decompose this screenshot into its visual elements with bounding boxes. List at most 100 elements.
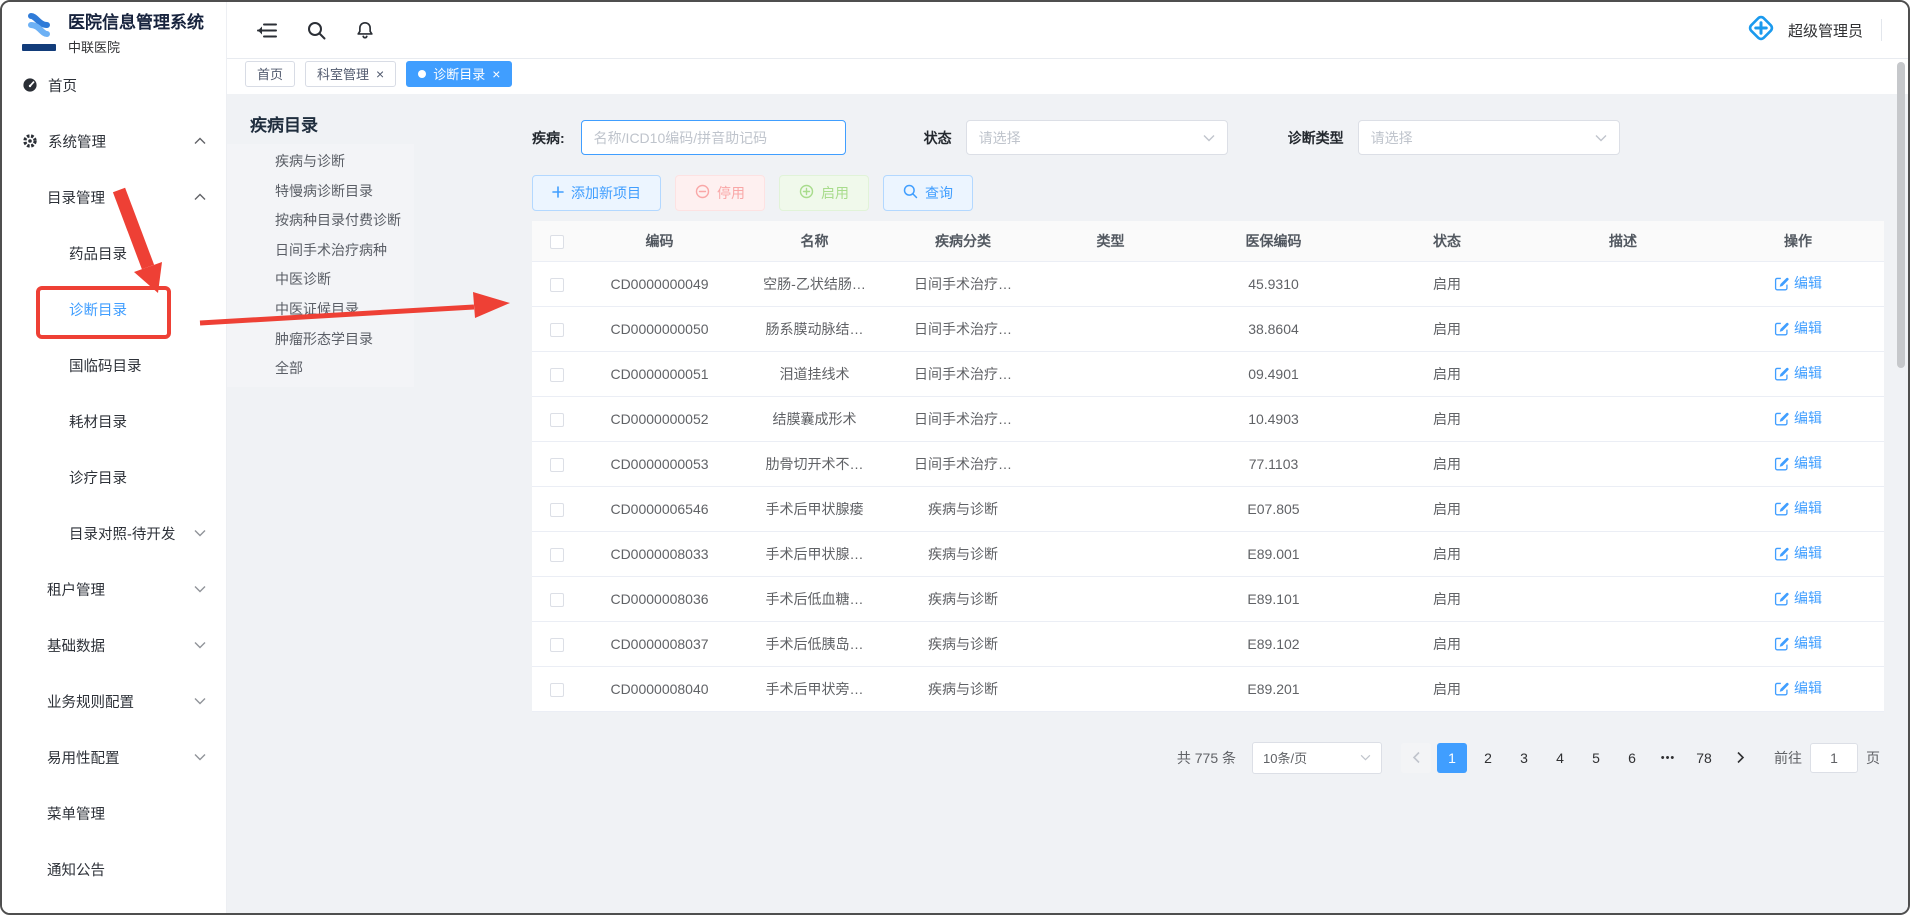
- tree-item[interactable]: 特慢病诊断目录: [227, 177, 414, 207]
- tree-item[interactable]: 肿瘤形态学目录: [227, 325, 414, 355]
- disable-button[interactable]: 停用: [675, 175, 765, 211]
- edit-button[interactable]: 编辑: [1774, 633, 1822, 653]
- sidebar-item-label: 耗材目录: [69, 411, 127, 432]
- cell-name: 手术后甲状腺瘘: [737, 486, 892, 531]
- page-button[interactable]: 6: [1617, 743, 1647, 773]
- page-size-select[interactable]: 10条/页: [1252, 742, 1382, 774]
- sidebar-item-diagnosis-catalog[interactable]: 诊断目录: [2, 281, 226, 337]
- edit-button[interactable]: 编辑: [1774, 678, 1822, 698]
- sidebar-item-drug-catalog[interactable]: 药品目录: [2, 225, 226, 281]
- disease-search-input[interactable]: [581, 120, 846, 155]
- tree-item[interactable]: 中医诊断: [227, 265, 414, 295]
- row-checkbox[interactable]: [550, 413, 564, 427]
- tree-item[interactable]: 日间手术治疗病种: [227, 236, 414, 266]
- cell-category: 疾病与诊断: [892, 486, 1034, 531]
- username: 超级管理员: [1788, 20, 1863, 41]
- user-menu[interactable]: 超级管理员: [1746, 13, 1882, 48]
- column-header: 状态: [1360, 221, 1534, 261]
- cell-code: CD0000006546: [582, 486, 737, 531]
- row-checkbox[interactable]: [550, 323, 564, 337]
- tab-diagnosis-catalog[interactable]: 诊断目录 ×: [406, 61, 512, 87]
- plus-circle-icon: [799, 184, 814, 202]
- sidebar-item-notice[interactable]: 通知公告: [2, 841, 226, 897]
- close-icon[interactable]: ×: [376, 67, 384, 81]
- add-item-button[interactable]: 添加新项目: [532, 175, 661, 211]
- edit-button[interactable]: 编辑: [1774, 408, 1822, 428]
- tree-item[interactable]: 按病种目录付费诊断: [227, 206, 414, 236]
- tree-item[interactable]: 疾病与诊断: [227, 147, 414, 177]
- tree-item[interactable]: 全部: [227, 354, 414, 384]
- bell-icon[interactable]: [356, 21, 374, 40]
- sidebar-item-catalog-management[interactable]: 目录管理: [2, 169, 226, 225]
- sidebar-item-business-rules[interactable]: 业务规则配置: [2, 673, 226, 729]
- goto-page-input[interactable]: [1810, 743, 1858, 773]
- row-checkbox[interactable]: [550, 458, 564, 472]
- edit-button[interactable]: 编辑: [1774, 453, 1822, 473]
- tab-bar: 首页 科室管理 × 诊断目录 ×: [227, 59, 1908, 94]
- cell-description: [1534, 576, 1712, 621]
- chevron-down-icon: [194, 753, 206, 761]
- cell-description: [1534, 351, 1712, 396]
- row-checkbox[interactable]: [550, 368, 564, 382]
- sidebar-item-menu-management[interactable]: 菜单管理: [2, 785, 226, 841]
- cell-insurance-code: 45.9310: [1187, 261, 1360, 306]
- sidebar-item-usability-config[interactable]: 易用性配置: [2, 729, 226, 785]
- status-select[interactable]: 请选择: [966, 120, 1228, 155]
- sidebar-item-treatment-catalog[interactable]: 诊疗目录: [2, 449, 226, 505]
- page-button[interactable]: 1: [1437, 743, 1467, 773]
- edit-button[interactable]: 编辑: [1774, 543, 1822, 563]
- page-button[interactable]: 4: [1545, 743, 1575, 773]
- row-checkbox[interactable]: [550, 683, 564, 697]
- row-checkbox[interactable]: [550, 278, 564, 292]
- close-icon[interactable]: ×: [492, 67, 500, 81]
- cell-insurance-code: E07.805: [1187, 486, 1360, 531]
- sidebar-item-label: 首页: [48, 75, 77, 96]
- sidebar-item-system-management[interactable]: 系统管理: [2, 113, 226, 169]
- row-checkbox[interactable]: [550, 593, 564, 607]
- page-button[interactable]: 3: [1509, 743, 1539, 773]
- row-checkbox[interactable]: [550, 503, 564, 517]
- edit-button[interactable]: 编辑: [1774, 273, 1822, 293]
- search-icon[interactable]: [307, 21, 326, 40]
- cell-category: 日间手术治疗…: [892, 306, 1034, 351]
- row-checkbox[interactable]: [550, 638, 564, 652]
- edit-label: 编辑: [1794, 633, 1822, 653]
- next-page-button[interactable]: [1725, 743, 1755, 773]
- cell-insurance-code: E89.102: [1187, 621, 1360, 666]
- sidebar-item-national-code-catalog[interactable]: 国临码目录: [2, 337, 226, 393]
- chevron-down-icon: [194, 641, 206, 649]
- query-button[interactable]: 查询: [883, 175, 973, 211]
- tree-item[interactable]: 中医证候目录: [227, 295, 414, 325]
- page-button[interactable]: 2: [1473, 743, 1503, 773]
- collapse-sidebar-icon[interactable]: [257, 22, 277, 39]
- more-pages-icon[interactable]: •••: [1653, 743, 1683, 773]
- cell-insurance-code: 10.4903: [1187, 396, 1360, 441]
- cell-insurance-code: E89.201: [1187, 666, 1360, 711]
- prev-page-button[interactable]: [1401, 743, 1431, 773]
- sidebar-item-tenant-management[interactable]: 租户管理: [2, 561, 226, 617]
- sidebar-menu: 首页 系统管理 目录管理 药品目录 诊断目录 国临码目录: [2, 57, 226, 897]
- sidebar-item-catalog-mapping[interactable]: 目录对照-待开发: [2, 505, 226, 561]
- edit-button[interactable]: 编辑: [1774, 318, 1822, 338]
- sidebar-item-basic-data[interactable]: 基础数据: [2, 617, 226, 673]
- page-button[interactable]: 5: [1581, 743, 1611, 773]
- sidebar-item-home[interactable]: 首页: [2, 57, 226, 113]
- edit-button[interactable]: 编辑: [1774, 588, 1822, 608]
- diagnosis-type-select[interactable]: 请选择: [1358, 120, 1620, 155]
- edit-button[interactable]: 编辑: [1774, 498, 1822, 518]
- cell-status: 启用: [1360, 531, 1534, 576]
- cell-name: 手术后低血糖…: [737, 576, 892, 621]
- select-all-checkbox[interactable]: [550, 235, 564, 249]
- vertical-scrollbar[interactable]: [1897, 62, 1905, 368]
- tab-label: 科室管理: [317, 64, 369, 83]
- enable-button[interactable]: 启用: [779, 175, 869, 211]
- cell-description: [1534, 621, 1712, 666]
- page-button[interactable]: 78: [1689, 743, 1719, 773]
- cell-status: 启用: [1360, 306, 1534, 351]
- tab-home[interactable]: 首页: [245, 61, 295, 87]
- tab-department-management[interactable]: 科室管理 ×: [305, 61, 396, 87]
- sidebar-item-consumables-catalog[interactable]: 耗材目录: [2, 393, 226, 449]
- cell-category: 日间手术治疗…: [892, 441, 1034, 486]
- edit-button[interactable]: 编辑: [1774, 363, 1822, 383]
- row-checkbox[interactable]: [550, 548, 564, 562]
